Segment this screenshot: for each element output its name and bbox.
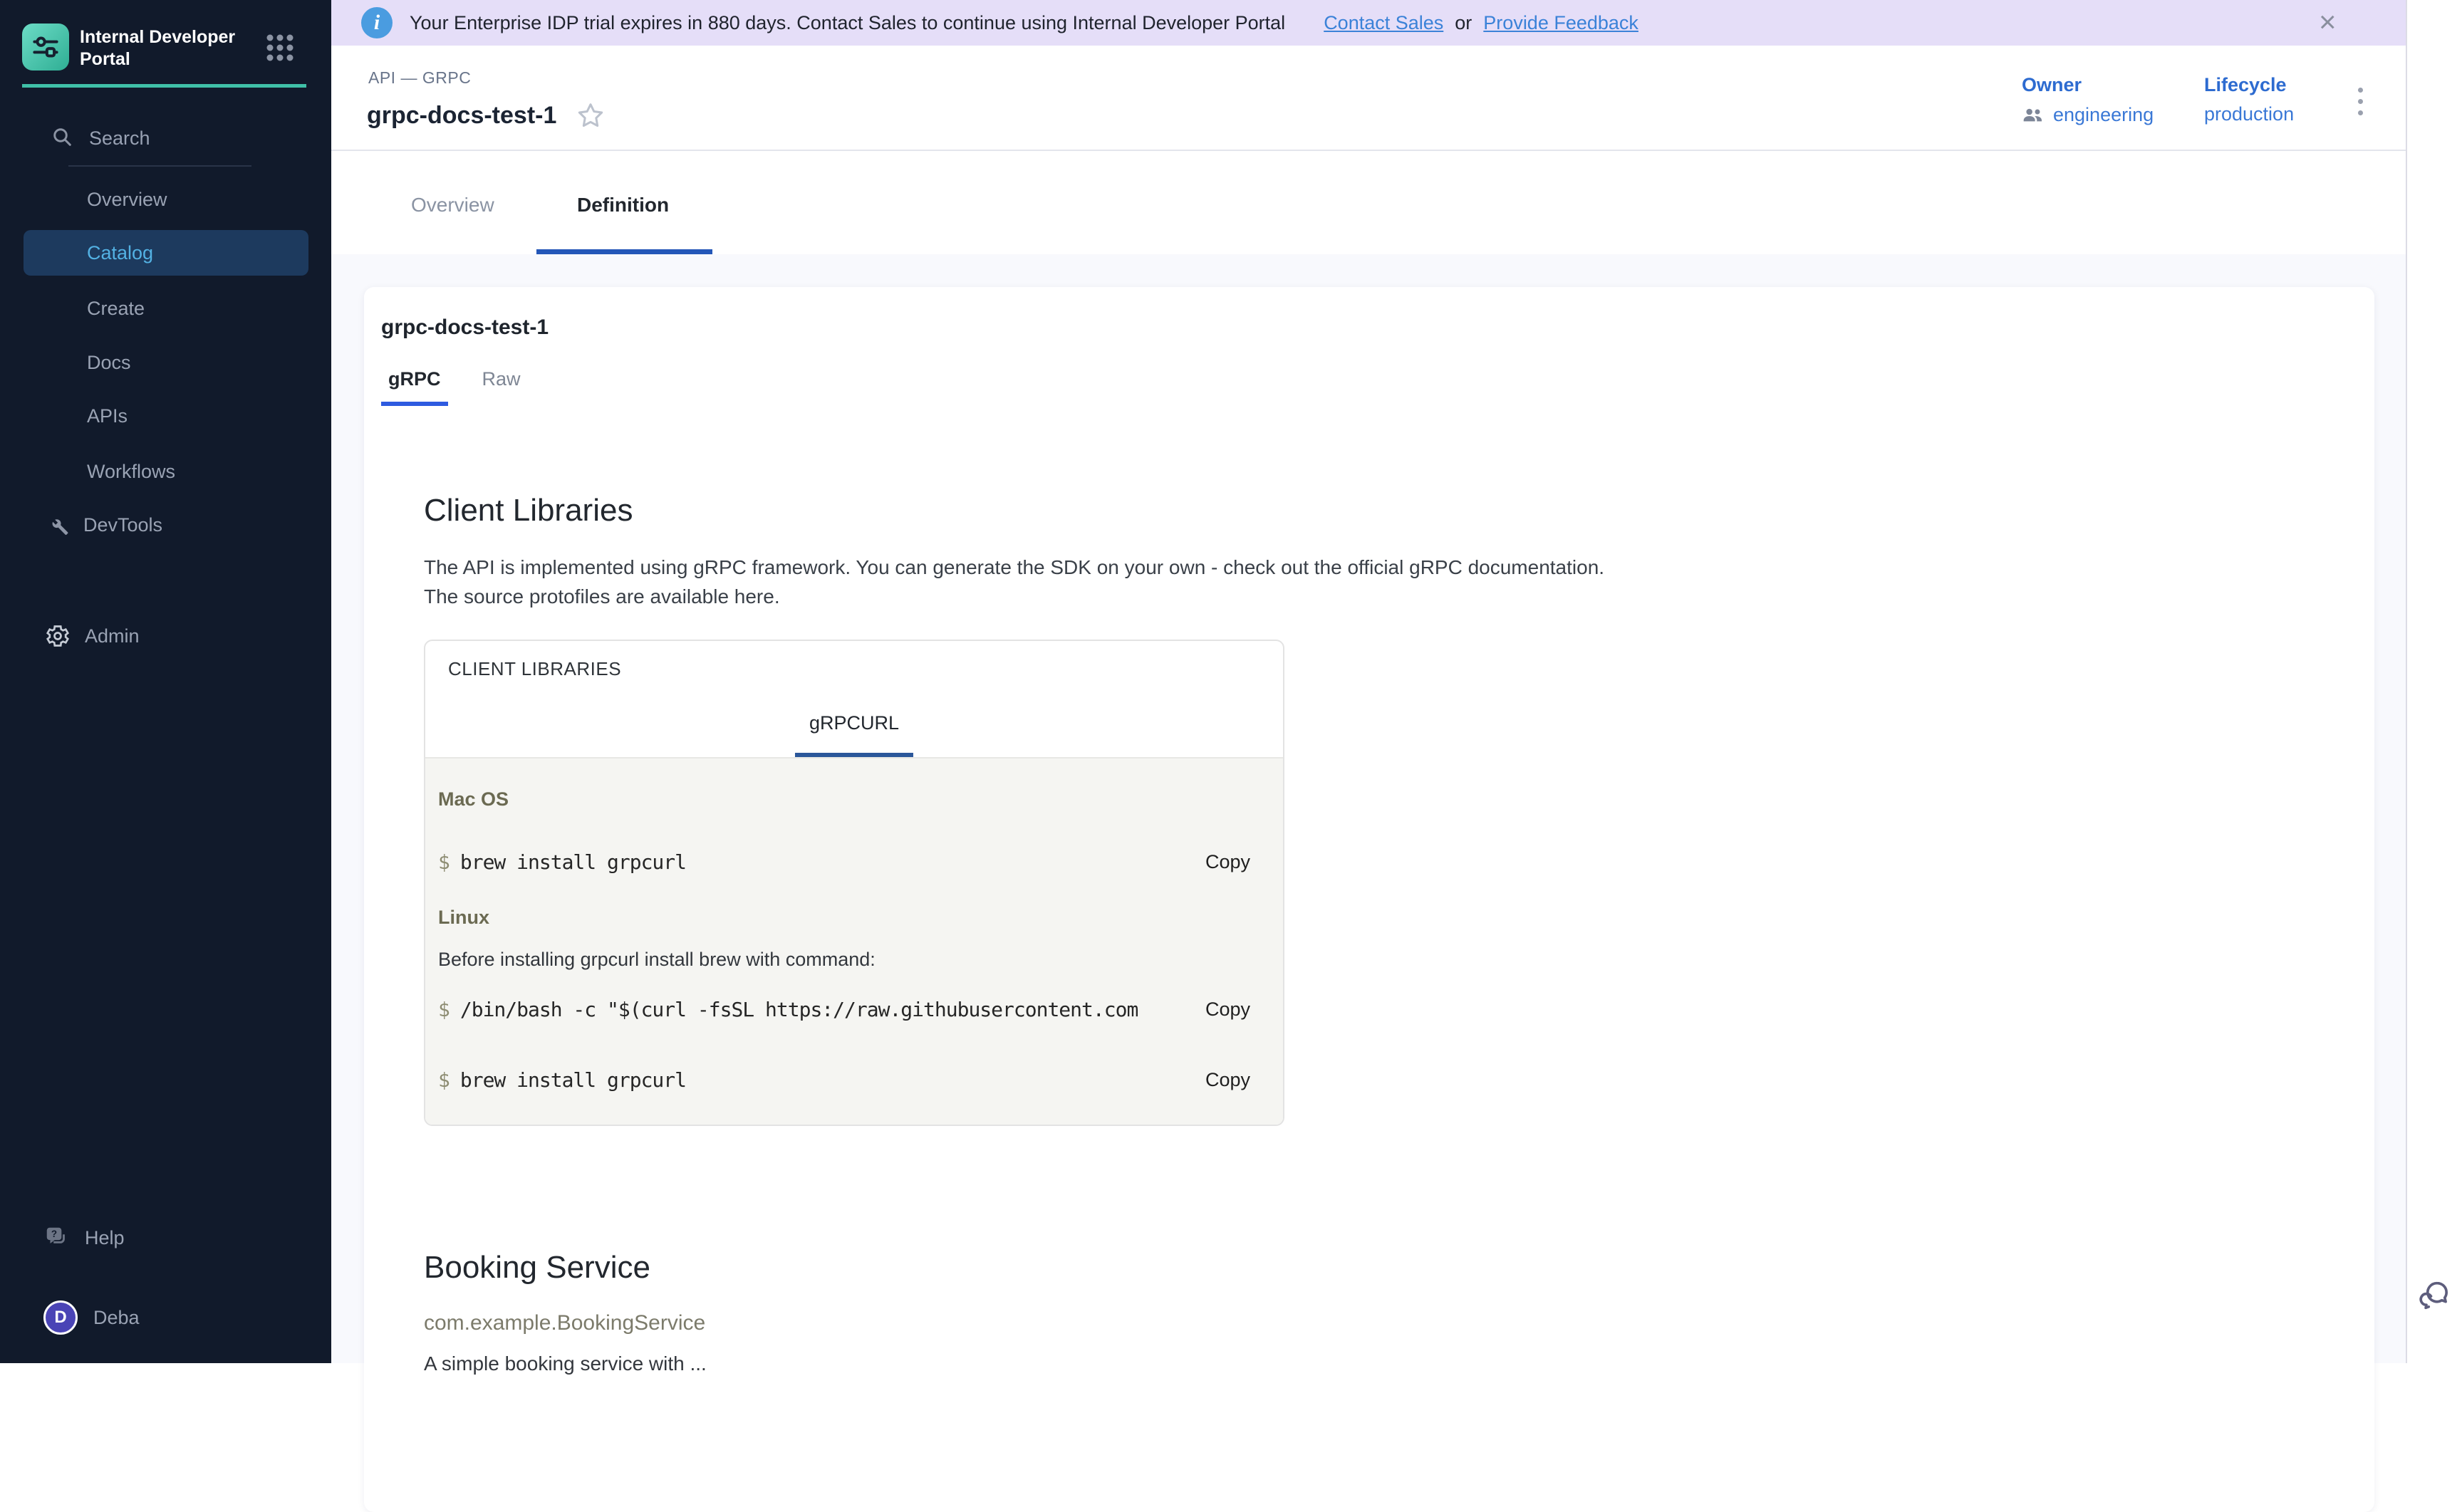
copy-button[interactable]: Copy (1205, 999, 1283, 1021)
shell-prompt: $ (438, 850, 450, 874)
definition-card-title: grpc-docs-test-1 (381, 316, 2374, 340)
lifecycle-label: Lifecycle (2204, 74, 2294, 96)
client-libraries-heading: Client Libraries (424, 493, 2312, 528)
chat-bubbles-icon[interactable] (2417, 1277, 2454, 1318)
sidebar-item-label: DevTools (83, 514, 162, 536)
active-tab-underline (536, 249, 712, 254)
apps-grid-icon[interactable] (265, 33, 295, 66)
os-heading-macos: Mac OS (438, 788, 1283, 810)
sidebar-item-workflows[interactable]: Workflows (24, 449, 308, 494)
command-text: brew install grpcurl (460, 850, 1185, 874)
banner-conjunction: or (1455, 12, 1472, 34)
client-libraries-panel: CLIENT LIBRARIES gRPCURL Mac OS $ brew i… (424, 640, 1284, 1126)
command-text: /bin/bash -c "$(curl -fsSL https://raw.g… (460, 998, 1185, 1021)
client-libraries-description-line1: The API is implemented using gRPC framew… (424, 553, 2312, 582)
command-row: $ /bin/bash -c "$(curl -fsSL https://raw… (438, 998, 1283, 1021)
gear-icon (45, 623, 71, 649)
booking-service-description-clipped: A simple booking service with ... (424, 1352, 2312, 1375)
tab-definition[interactable]: Definition (577, 194, 669, 217)
search-icon (51, 125, 73, 152)
app-logo-icon[interactable] (22, 24, 69, 71)
sidebar-item-label: Catalog (87, 242, 153, 264)
svg-text:?: ? (51, 1229, 57, 1239)
definition-card: grpc-docs-test-1 gRPC Raw Client Librari… (364, 287, 2374, 1512)
sidebar-item-admin[interactable]: Admin (24, 613, 308, 659)
provide-feedback-link[interactable]: Provide Feedback (1483, 12, 1638, 34)
trial-banner: i Your Enterprise IDP trial expires in 8… (331, 0, 2406, 46)
page-tabbar: Overview Definition (331, 152, 2406, 254)
sidebar-item-overview[interactable]: Overview (24, 177, 308, 222)
sidebar-item-label: APIs (87, 405, 128, 427)
booking-service-fullname: com.example.BookingService (424, 1311, 2312, 1335)
tab-grpc[interactable]: gRPC (381, 368, 448, 406)
brand-title: Internal Developer Portal (80, 26, 251, 71)
sidebar: Internal Developer Portal Search Overvie… (0, 0, 331, 1363)
shell-prompt: $ (438, 1068, 450, 1092)
sidebar-brand-divider (22, 84, 306, 88)
sidebar-item-devtools[interactable]: DevTools (24, 502, 308, 548)
client-libraries-section: Client Libraries The API is implemented … (424, 493, 2312, 1375)
help-chat-icon: ? (43, 1224, 71, 1251)
owner-meta: Owner engineering (2022, 74, 2154, 126)
sidebar-item-label: Workflows (87, 461, 175, 483)
close-icon[interactable]: × (2319, 6, 2337, 38)
tab-grpcurl[interactable]: gRPCURL (795, 712, 913, 757)
command-text: brew install grpcurl (460, 1068, 1185, 1092)
linux-note: Before installing grpcurl install brew w… (438, 949, 1283, 971)
users-icon (2022, 103, 2045, 126)
sidebar-item-label: Docs (87, 352, 131, 374)
content-area: grpc-docs-test-1 gRPC Raw Client Librari… (331, 254, 2406, 1363)
owner-label: Owner (2022, 74, 2154, 96)
shell-prompt: $ (438, 998, 450, 1021)
sidebar-item-label: Help (85, 1227, 125, 1249)
avatar: D (43, 1300, 78, 1335)
copy-button[interactable]: Copy (1205, 1069, 1283, 1091)
copy-button[interactable]: Copy (1205, 851, 1283, 873)
banner-message: Your Enterprise IDP trial expires in 880… (410, 12, 1285, 34)
command-row: $ brew install grpcurl Copy (438, 850, 1283, 874)
sidebar-search-divider (68, 165, 251, 167)
sidebar-search[interactable]: Search (24, 120, 308, 157)
kebab-menu-icon[interactable] (2346, 80, 2374, 122)
user-name: Deba (93, 1307, 140, 1329)
breadcrumb: API — GRPC (368, 68, 471, 88)
lifecycle-value: production (2204, 103, 2294, 125)
sidebar-item-create[interactable]: Create (24, 286, 308, 331)
search-label: Search (89, 127, 150, 150)
booking-service-heading: Booking Service (424, 1250, 2312, 1286)
sidebar-item-apis[interactable]: APIs (24, 393, 308, 439)
client-libraries-panel-label: CLIENT LIBRARIES (448, 658, 621, 680)
sidebar-item-help[interactable]: ? Help (24, 1218, 308, 1258)
lifecycle-meta: Lifecycle production (2204, 74, 2294, 125)
sidebar-item-label: Admin (85, 625, 140, 647)
tab-raw[interactable]: Raw (475, 368, 528, 406)
client-libraries-description-line2: The source protofiles are available here… (424, 582, 2312, 611)
page-title: grpc-docs-test-1 (367, 102, 556, 130)
sidebar-item-label: Overview (87, 189, 167, 211)
star-favorite-icon[interactable] (576, 101, 605, 130)
owner-value-link[interactable]: engineering (2053, 104, 2154, 126)
tab-overview[interactable]: Overview (411, 194, 494, 217)
info-icon: i (361, 7, 393, 38)
right-gutter (2406, 0, 2462, 1363)
os-heading-linux: Linux (438, 907, 1283, 929)
page-header: API — GRPC grpc-docs-test-1 Owner engine… (331, 46, 2406, 151)
sidebar-item-catalog[interactable]: Catalog (24, 230, 308, 276)
sidebar-user[interactable]: D Deba (24, 1298, 308, 1338)
sidebar-item-label: Create (87, 298, 145, 320)
command-row: $ brew install grpcurl Copy (438, 1068, 1283, 1092)
format-tabbar: gRPC Raw (381, 368, 2374, 406)
contact-sales-link[interactable]: Contact Sales (1324, 12, 1443, 34)
wrench-icon (45, 513, 69, 537)
sidebar-item-docs[interactable]: Docs (24, 340, 308, 385)
